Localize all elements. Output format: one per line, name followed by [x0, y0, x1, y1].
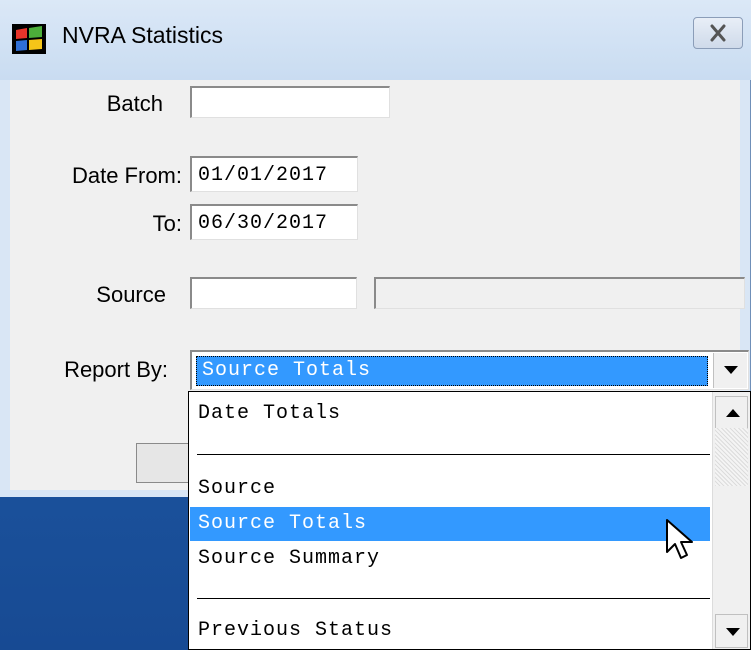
scrollbar-track[interactable]	[715, 428, 748, 486]
date-from-label: Date From:	[71, 163, 182, 188]
scrollbar-thumb[interactable]	[715, 486, 748, 614]
list-item-date-totals[interactable]: Date Totals	[190, 397, 710, 431]
batch-label: Batch	[106, 91, 163, 116]
dropdown-scrollbar[interactable]	[712, 392, 750, 649]
list-item-source-totals[interactable]: Source Totals	[190, 507, 710, 541]
date-from-input[interactable]: 01/01/2017	[190, 156, 358, 192]
windows-flag-icon	[12, 24, 46, 54]
chevron-down-icon	[724, 366, 738, 374]
source-label: Source	[96, 282, 166, 307]
scroll-down-button[interactable]	[715, 614, 748, 648]
title-bar[interactable]: NVRA Statistics	[0, 0, 751, 80]
partially-hidden-button[interactable]	[136, 443, 196, 483]
close-button[interactable]	[693, 17, 743, 49]
batch-input[interactable]	[190, 86, 390, 118]
chevron-down-icon	[726, 628, 740, 636]
source-description-field	[374, 277, 745, 309]
source-code-input[interactable]	[190, 277, 357, 309]
list-separator	[197, 598, 710, 599]
scroll-up-button[interactable]	[715, 396, 748, 430]
report-by-selected-value: Source Totals	[196, 356, 708, 386]
window-title: NVRA Statistics	[62, 22, 224, 48]
close-icon	[710, 24, 726, 42]
date-to-input[interactable]: 06/30/2017	[190, 204, 358, 240]
combobox-dropdown-button[interactable]	[713, 353, 747, 388]
list-item-source[interactable]: Source	[190, 472, 710, 506]
list-item-previous-status[interactable]: Previous Status	[190, 614, 710, 648]
date-to-label: To:	[152, 211, 182, 236]
list-item-source-summary[interactable]: Source Summary	[190, 542, 710, 576]
report-by-combobox[interactable]: Source Totals	[190, 350, 749, 390]
mouse-pointer-icon	[666, 519, 693, 559]
list-separator	[197, 454, 710, 455]
report-by-label: Report By:	[64, 357, 168, 382]
chevron-up-icon	[726, 409, 740, 417]
